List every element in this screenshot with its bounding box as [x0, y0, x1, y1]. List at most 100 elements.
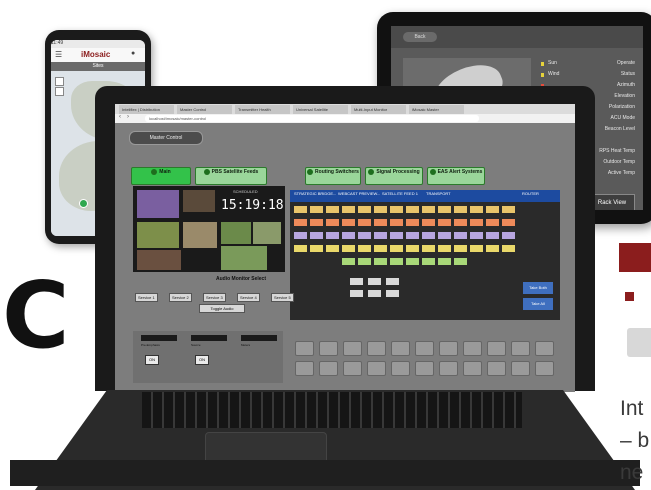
keypad-key[interactable] [511, 361, 530, 376]
map-marker-icon[interactable] [79, 199, 88, 208]
crosspoint-button[interactable] [454, 206, 467, 213]
crosspoint-button[interactable] [502, 219, 515, 226]
keypad-key[interactable] [343, 341, 362, 356]
keypad-key[interactable] [487, 361, 506, 376]
keypad-key[interactable] [511, 341, 530, 356]
crosspoint-button[interactable] [294, 232, 307, 239]
crosspoint-button[interactable] [454, 258, 467, 265]
crosspoint-button[interactable] [422, 232, 435, 239]
crosspoint-button[interactable] [294, 245, 307, 252]
crosspoint-button[interactable] [454, 245, 467, 252]
crosspoint-button[interactable] [310, 245, 323, 252]
back-button[interactable]: Back [403, 32, 437, 42]
keypad-key[interactable] [319, 361, 338, 376]
browser-tab[interactable]: Universal Satellite [293, 105, 348, 114]
crosspoint-button[interactable] [390, 219, 403, 226]
crosspoint-button[interactable] [342, 206, 355, 213]
crosspoint-button[interactable] [422, 245, 435, 252]
crosspoint-button[interactable] [438, 219, 451, 226]
zoom-in-icon[interactable] [55, 77, 64, 86]
audio-service-option[interactable]: Service 3 [203, 293, 226, 302]
crosspoint-button[interactable] [390, 245, 403, 252]
keypad-key[interactable] [535, 341, 554, 356]
crosspoint-button[interactable] [390, 206, 403, 213]
crosspoint-button[interactable] [294, 219, 307, 226]
keypad-key[interactable] [463, 361, 482, 376]
keypad-key[interactable] [439, 341, 458, 356]
crosspoint-button[interactable] [374, 206, 387, 213]
crosspoint-button[interactable] [502, 232, 515, 239]
crosspoint-button[interactable] [358, 206, 371, 213]
crosspoint-button[interactable] [390, 232, 403, 239]
keypad-key[interactable] [295, 361, 314, 376]
keypad-key[interactable] [391, 341, 410, 356]
crosspoint-button[interactable] [310, 219, 323, 226]
audio-service-option[interactable]: Service 2 [169, 293, 192, 302]
crosspoint-button[interactable] [374, 219, 387, 226]
crosspoint-button[interactable] [438, 258, 451, 265]
crosspoint-button[interactable] [390, 258, 403, 265]
monitor-on-toggle[interactable]: ON [195, 355, 209, 365]
crosspoint-button[interactable] [342, 232, 355, 239]
switcher-button[interactable]: PBS Satellite Feeds [195, 167, 267, 185]
toggle-audio-button[interactable]: Toggle Audio [199, 304, 245, 313]
crosspoint-button[interactable] [438, 232, 451, 239]
crosspoint-button[interactable] [374, 245, 387, 252]
crosspoint-button[interactable] [342, 219, 355, 226]
keypad-key[interactable] [487, 341, 506, 356]
crosspoint-button[interactable] [422, 258, 435, 265]
crosspoint-button[interactable] [422, 219, 435, 226]
crosspoint-button[interactable] [326, 206, 339, 213]
keypad-key[interactable] [319, 341, 338, 356]
crosspoint-button[interactable] [342, 258, 355, 265]
preset-button[interactable] [368, 290, 381, 297]
master-control-button[interactable]: Master Control [129, 131, 203, 145]
crosspoint-button[interactable] [486, 219, 499, 226]
crosspoint-button[interactable] [486, 245, 499, 252]
monitor-on-toggle[interactable]: ON [145, 355, 159, 365]
audio-service-option[interactable]: Service 5 [271, 293, 294, 302]
switcher-button[interactable]: Main [131, 167, 191, 185]
switcher-button[interactable]: Routing Switchers [305, 167, 361, 185]
crosspoint-button[interactable] [406, 258, 419, 265]
switcher-button[interactable]: EAS Alert Systems [427, 167, 485, 185]
crosspoint-button[interactable] [454, 232, 467, 239]
crosspoint-button[interactable] [374, 258, 387, 265]
browser-tab[interactable]: Multi-Input Monitor [351, 105, 406, 114]
crosspoint-button[interactable] [358, 245, 371, 252]
browser-tab[interactable]: Master Control [177, 105, 232, 114]
crosspoint-button[interactable] [310, 206, 323, 213]
keypad-key[interactable] [463, 341, 482, 356]
take-all-button[interactable]: Take All [523, 298, 553, 310]
zoom-out-icon[interactable] [55, 87, 64, 96]
keypad-key[interactable] [343, 361, 362, 376]
url-field[interactable]: localhost/imosaic/master-control [145, 115, 479, 122]
preset-button[interactable] [368, 278, 381, 285]
audio-service-option[interactable]: Service 1 [135, 293, 158, 302]
crosspoint-button[interactable] [358, 219, 371, 226]
crosspoint-button[interactable] [326, 232, 339, 239]
forward-arrow-icon[interactable]: › [127, 114, 129, 120]
crosspoint-button[interactable] [454, 219, 467, 226]
keypad-key[interactable] [415, 361, 434, 376]
crosspoint-button[interactable] [374, 232, 387, 239]
crosspoint-button[interactable] [438, 206, 451, 213]
rack-view-button[interactable]: Rack View [589, 194, 635, 210]
crosspoint-button[interactable] [438, 245, 451, 252]
preset-button[interactable] [386, 278, 399, 285]
user-icon[interactable]: ● [131, 50, 135, 57]
crosspoint-button[interactable] [342, 245, 355, 252]
audio-service-option[interactable]: Service 4 [237, 293, 260, 302]
crosspoint-button[interactable] [406, 206, 419, 213]
keypad-key[interactable] [367, 341, 386, 356]
crosspoint-button[interactable] [358, 258, 371, 265]
crosspoint-button[interactable] [326, 219, 339, 226]
crosspoint-button[interactable] [486, 232, 499, 239]
crosspoint-button[interactable] [502, 245, 515, 252]
menu-icon[interactable]: ☰ [55, 50, 62, 59]
keypad-key[interactable] [295, 341, 314, 356]
keypad-key[interactable] [415, 341, 434, 356]
crosspoint-button[interactable] [406, 219, 419, 226]
crosspoint-button[interactable] [422, 206, 435, 213]
crosspoint-button[interactable] [470, 219, 483, 226]
